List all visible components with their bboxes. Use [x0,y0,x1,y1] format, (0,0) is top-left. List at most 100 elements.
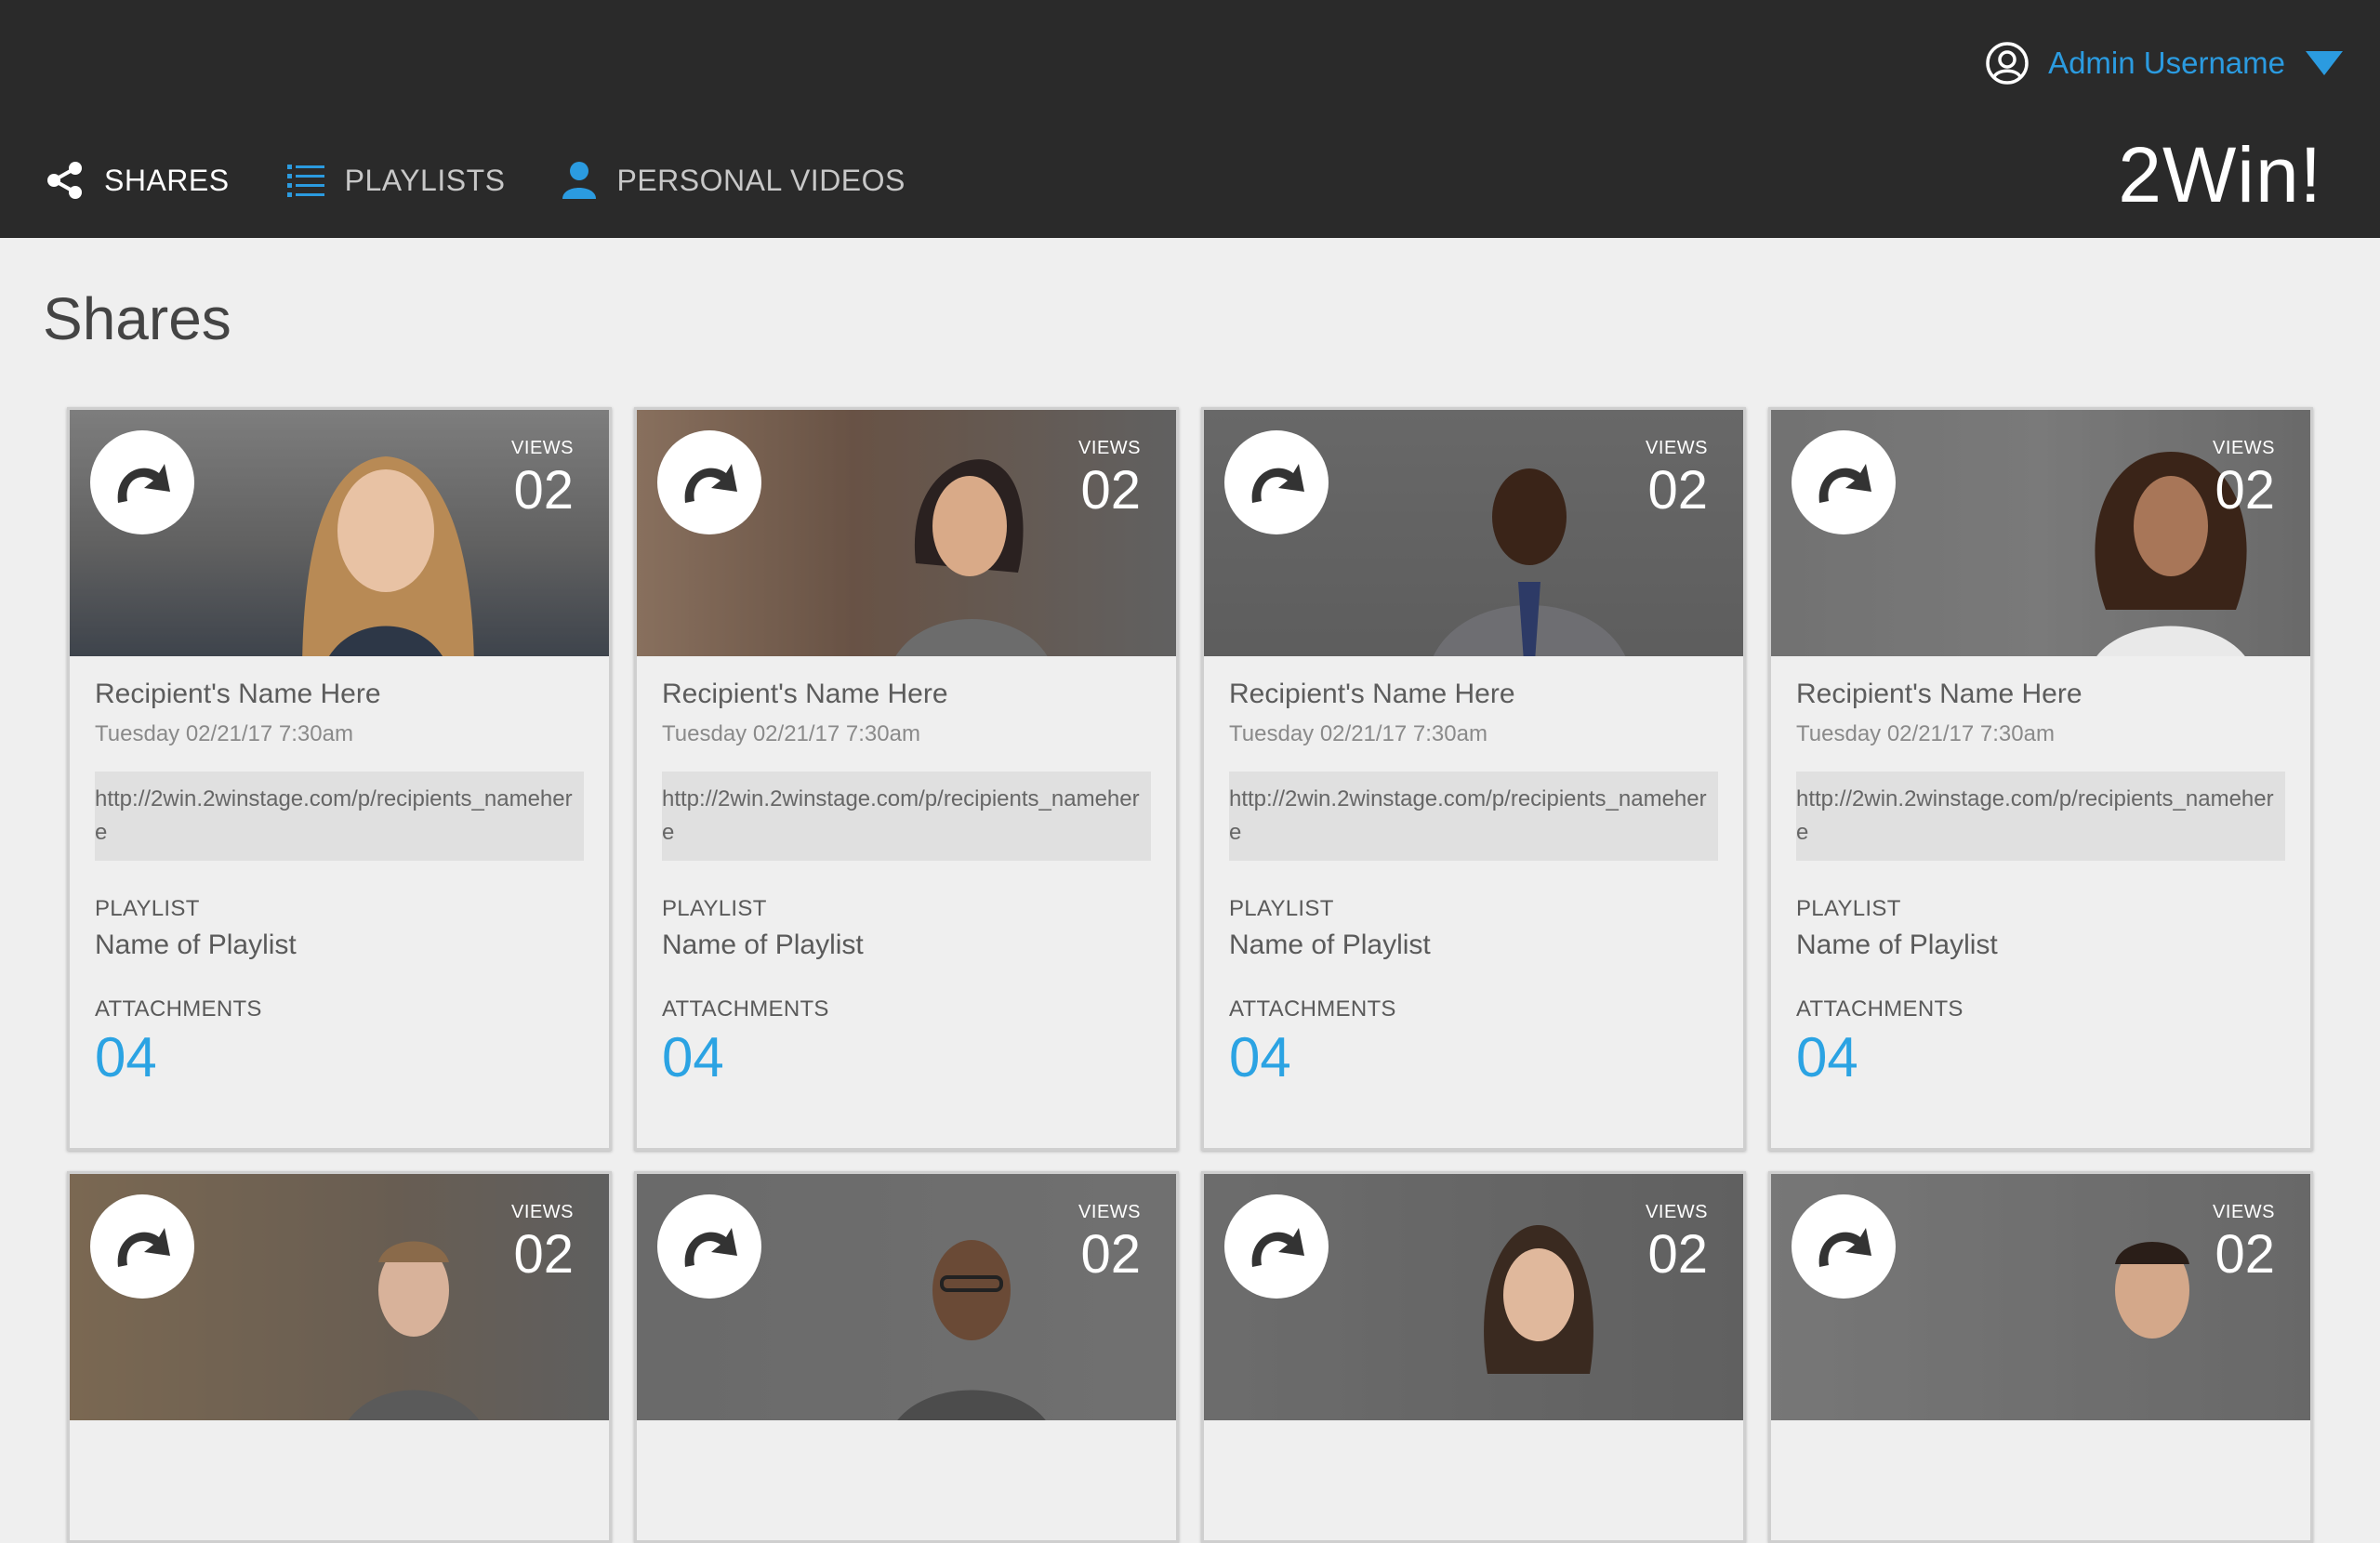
share-url[interactable]: http://2win.2winstage.com/p/recipients_n… [95,772,584,861]
attachments-label: ATTACHMENTS [662,996,829,1022]
views-count: 02 [513,1224,574,1285]
playlist-name: Name of Playlist [1229,930,1431,960]
views-counter: VIEWS 02 [1646,438,1708,519]
views-counter: VIEWS 02 [2213,438,2275,519]
recipient-name: Recipient's Name Here [1796,679,2082,709]
person-photo [348,1241,480,1420]
playlist-label: PLAYLIST [1229,896,1334,921]
views-label: VIEWS [1646,438,1708,458]
share-card[interactable]: VIEWS 02 [1201,1171,1746,1543]
views-count: 02 [513,460,574,521]
views-label: VIEWS [2213,438,2275,458]
playlist-name: Name of Playlist [95,930,297,960]
replay-icon[interactable] [657,1194,761,1299]
views-count: 02 [2215,460,2275,521]
share-date: Tuesday 02/21/17 7:30am [95,721,353,746]
views-count: 02 [2215,1224,2275,1285]
share-date: Tuesday 02/21/17 7:30am [1229,721,1488,746]
attachments-count[interactable]: 04 [95,1028,584,1088]
share-card[interactable]: VIEWS 02 [634,1171,1179,1543]
replay-icon[interactable] [90,430,194,534]
playlist-label: PLAYLIST [95,896,200,921]
views-counter: VIEWS 02 [1078,438,1141,519]
person-icon [561,160,616,201]
video-thumbnail[interactable]: VIEWS 02 [70,1174,609,1420]
person-photo [302,456,474,656]
share-card[interactable]: VIEWS 02 Recipient's Name Here Tuesday 0… [67,407,612,1151]
person-photo [1434,468,1625,656]
attachments-label: ATTACHMENTS [95,996,262,1022]
share-card[interactable]: VIEWS 02 [1768,1171,2313,1543]
attachments-label: ATTACHMENTS [1796,996,1964,1022]
video-thumbnail[interactable]: VIEWS 02 [1204,1174,1743,1420]
replay-icon[interactable] [657,430,761,534]
replay-icon[interactable] [1792,1194,1896,1299]
video-thumbnail[interactable]: VIEWS 02 [1771,1174,2310,1420]
main-nav: SHARES PLAYLISTS PERSONAL VIDEOS [45,160,961,201]
nav-shares-label: SHARES [104,163,230,197]
user-menu[interactable]: Admin Username [1985,41,2343,86]
recipient-name: Recipient's Name Here [95,679,381,709]
video-thumbnail[interactable]: VIEWS 02 [1204,410,1743,656]
replay-icon[interactable] [1224,430,1329,534]
share-card[interactable]: VIEWS 02 Recipient's Name Here Tuesday 0… [1201,407,1746,1151]
share-card[interactable]: VIEWS 02 [67,1171,612,1543]
attachments-count[interactable]: 04 [1229,1028,1718,1088]
playlist-label: PLAYLIST [662,896,767,921]
share-date: Tuesday 02/21/17 7:30am [1796,721,2055,746]
views-label: VIEWS [1078,438,1141,458]
nav-playlists-label: PLAYLISTS [344,163,506,197]
views-counter: VIEWS 02 [2213,1202,2275,1283]
nav-shares[interactable]: SHARES [45,160,230,201]
person-photo [897,1240,1046,1420]
video-thumbnail[interactable]: VIEWS 02 [637,1174,1176,1420]
playlist-name: Name of Playlist [1796,930,1998,960]
views-label: VIEWS [1078,1202,1141,1222]
attachments-count[interactable]: 04 [1796,1028,2285,1088]
list-icon [285,162,345,199]
share-card[interactable]: VIEWS 02 Recipient's Name Here Tuesday 0… [634,407,1179,1151]
chevron-down-icon[interactable] [2306,49,2343,77]
views-count: 02 [1647,1224,1708,1285]
share-url[interactable]: http://2win.2winstage.com/p/recipients_n… [1796,772,2285,861]
views-count: 02 [1647,460,1708,521]
nav-personal-videos-label: PERSONAL VIDEOS [616,163,906,197]
person-photo [895,459,1048,656]
attachments-label: ATTACHMENTS [1229,996,1396,1022]
views-label: VIEWS [511,438,574,458]
share-card[interactable]: VIEWS 02 Recipient's Name Here Tuesday 0… [1768,407,2313,1151]
shares-grid: VIEWS 02 Recipient's Name Here Tuesday 0… [67,407,2317,1543]
playlist-label: PLAYLIST [1796,896,1901,921]
video-thumbnail[interactable]: VIEWS 02 [70,410,609,656]
nav-playlists[interactable]: PLAYLISTS [285,162,506,199]
share-url[interactable]: http://2win.2winstage.com/p/recipients_n… [662,772,1151,861]
replay-icon[interactable] [90,1194,194,1299]
user-name[interactable]: Admin Username [2048,46,2285,81]
views-label: VIEWS [2213,1202,2275,1222]
views-counter: VIEWS 02 [1078,1202,1141,1283]
views-counter: VIEWS 02 [1646,1202,1708,1283]
brand-logo: 2Win! [2118,131,2322,218]
page-title: Shares [43,285,231,352]
person-photo [1484,1225,1593,1374]
views-counter: VIEWS 02 [511,1202,574,1283]
views-label: VIEWS [511,1202,574,1222]
views-counter: VIEWS 02 [511,438,574,519]
views-count: 02 [1080,1224,1141,1285]
share-url[interactable]: http://2win.2winstage.com/p/recipients_n… [1229,772,1718,861]
video-thumbnail[interactable]: VIEWS 02 [1771,410,2310,656]
playlist-name: Name of Playlist [662,930,864,960]
recipient-name: Recipient's Name Here [1229,679,1515,709]
attachments-count[interactable]: 04 [662,1028,1151,1088]
user-avatar-icon [1985,41,2030,86]
replay-icon[interactable] [1224,1194,1329,1299]
share-icon [45,160,104,201]
nav-personal-videos[interactable]: PERSONAL VIDEOS [561,160,905,201]
views-label: VIEWS [1646,1202,1708,1222]
replay-icon[interactable] [1792,430,1896,534]
recipient-name: Recipient's Name Here [662,679,948,709]
views-count: 02 [1080,460,1141,521]
top-bar: Admin Username SHARES PLAYLISTS PERSONAL… [0,0,2380,238]
share-date: Tuesday 02/21/17 7:30am [662,721,920,746]
video-thumbnail[interactable]: VIEWS 02 [637,410,1176,656]
